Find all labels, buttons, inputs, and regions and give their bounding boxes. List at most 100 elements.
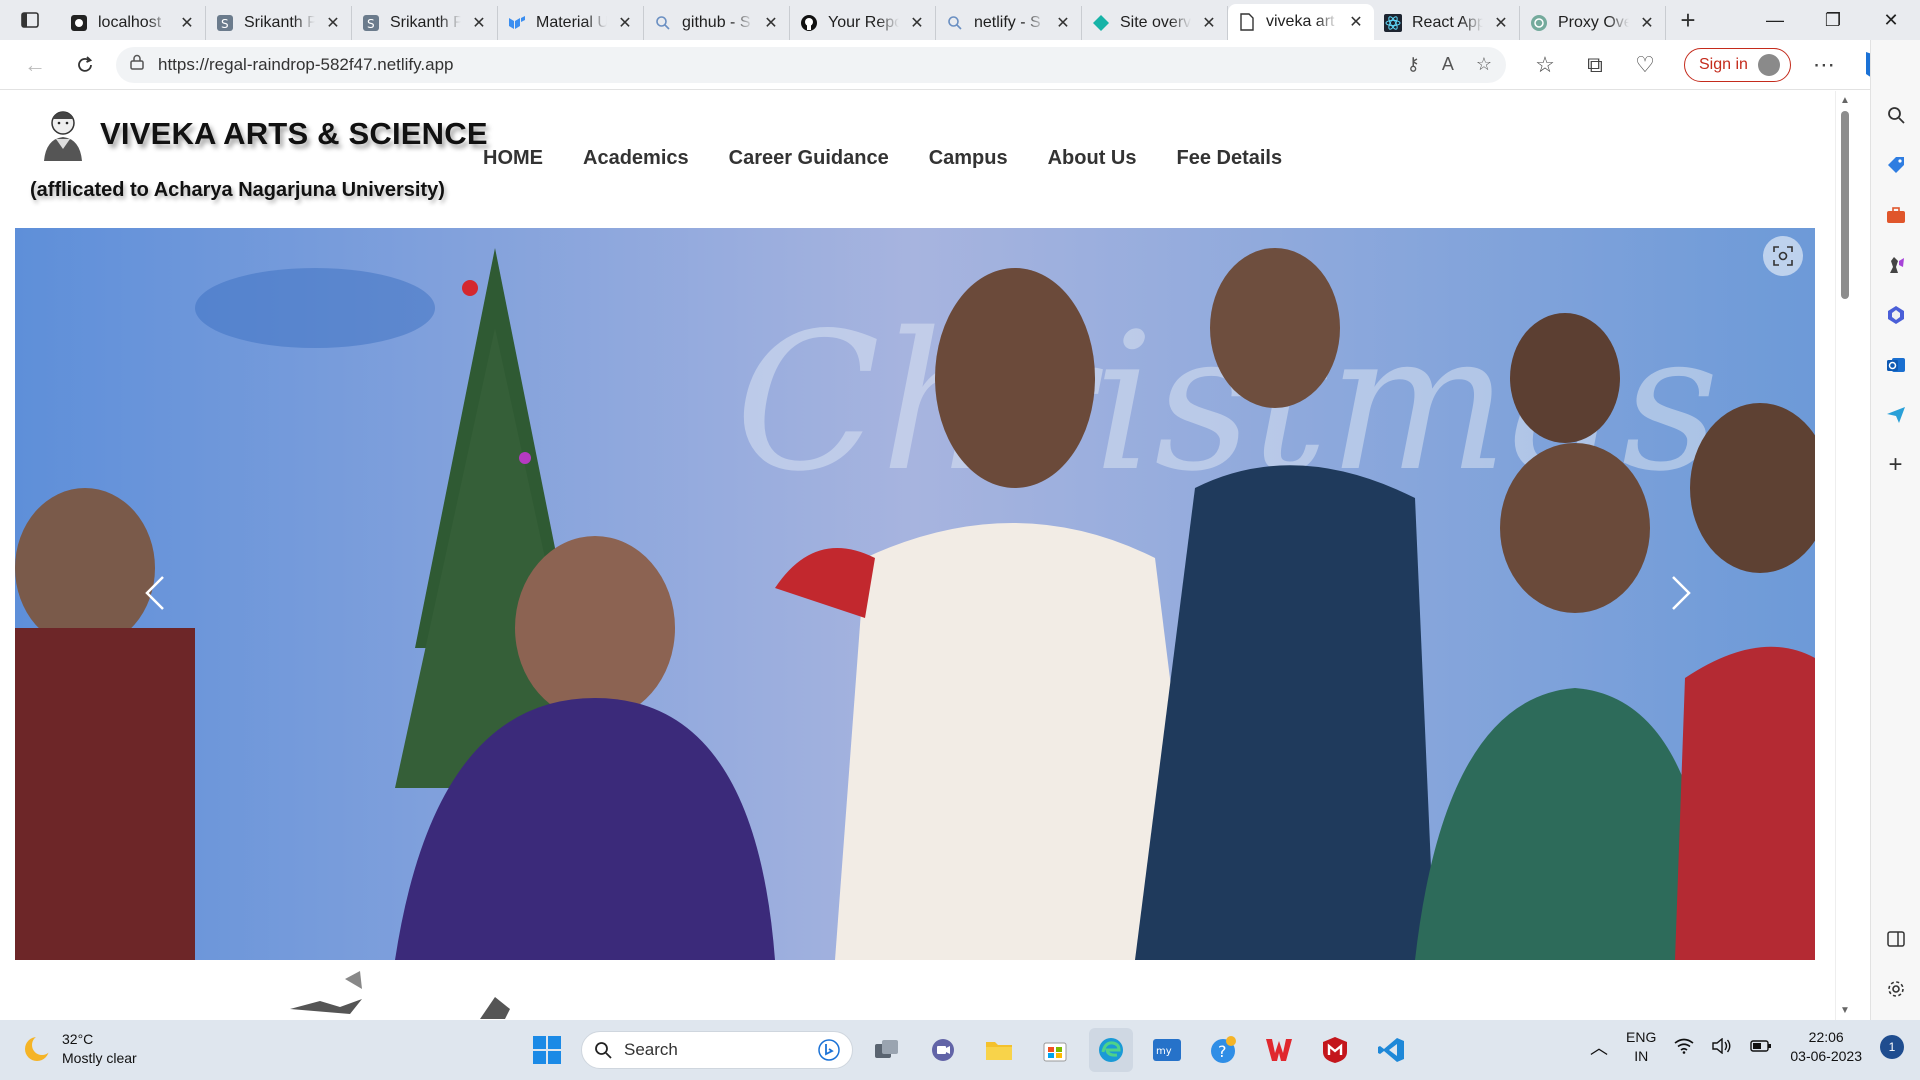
carousel-prev-button[interactable]	[135, 568, 175, 618]
shopping-tag-icon[interactable]	[1871, 140, 1920, 190]
windows-taskbar: 32°C Mostly clear Search my ? ︿ ENG IN 2…	[0, 1020, 1920, 1080]
wps-office-icon[interactable]	[1257, 1028, 1301, 1072]
browser-tab[interactable]: React App ✕	[1374, 6, 1520, 40]
new-tab-icon[interactable]: +	[1666, 0, 1710, 40]
battery-icon[interactable]	[1750, 1039, 1772, 1055]
nav-about-us[interactable]: About Us	[1048, 147, 1137, 170]
hero-carousel[interactable]: Christmas	[15, 228, 1815, 960]
browser-tab[interactable]: netlify - S ✕	[936, 6, 1082, 40]
scrollbar-thumb[interactable]	[1841, 111, 1849, 299]
region-code: IN	[1634, 1048, 1649, 1064]
file-explorer-icon[interactable]	[977, 1028, 1021, 1072]
sign-in-button[interactable]: Sign in	[1684, 47, 1791, 82]
close-tab-icon[interactable]: ✕	[909, 13, 925, 33]
browser-tab[interactable]: Your Repo ✕	[790, 6, 936, 40]
read-aloud-icon[interactable]: A	[1442, 54, 1454, 75]
browser-tab[interactable]: localhost ✕	[60, 6, 206, 40]
browser-tab[interactable]: github - S ✕	[644, 6, 790, 40]
show-hidden-icons-icon[interactable]: ︿	[1590, 1034, 1608, 1060]
college-logo-icon	[44, 111, 82, 161]
close-tab-icon[interactable]: ✕	[617, 13, 633, 33]
nav-campus[interactable]: Campus	[929, 147, 1008, 170]
nav-fee-details[interactable]: Fee Details	[1177, 147, 1283, 170]
nav-academics[interactable]: Academics	[583, 147, 689, 170]
browser-essentials-icon[interactable]: ♡	[1620, 40, 1670, 90]
browser-tab[interactable]: S Srikanth P ✕	[206, 6, 352, 40]
back-icon[interactable]: ←	[10, 40, 60, 90]
close-tab-icon[interactable]: ✕	[471, 13, 487, 33]
close-tab-icon[interactable]: ✕	[1055, 13, 1071, 33]
sidebar-settings-icon[interactable]	[1871, 964, 1920, 1014]
scroll-down-icon[interactable]: ▼	[1840, 1005, 1850, 1016]
mylip-app-icon[interactable]: my	[1145, 1028, 1189, 1072]
collections-icon[interactable]: ⧉	[1570, 40, 1620, 90]
url-text[interactable]: https://regal-raindrop-582f47.netlify.ap…	[158, 55, 1393, 75]
weather-widget[interactable]: 32°C Mostly clear	[22, 1030, 137, 1068]
carousel-next-button[interactable]	[1661, 568, 1701, 618]
language-indicator[interactable]: ENG IN	[1626, 1028, 1656, 1066]
edge-browser-icon[interactable]	[1089, 1028, 1133, 1072]
close-tab-icon[interactable]: ✕	[1348, 12, 1364, 32]
main-nav: HOME Academics Career Guidance Campus Ab…	[483, 147, 1282, 170]
close-tab-icon[interactable]: ✕	[1493, 13, 1509, 33]
page-scrollbar[interactable]: ▲ ▼	[1835, 91, 1853, 1020]
visual-search-button[interactable]	[1763, 236, 1803, 276]
outlook-icon[interactable]	[1871, 340, 1920, 390]
add-favorite-icon[interactable]: ☆	[1476, 54, 1492, 75]
browser-tab-active[interactable]: viveka art ✕	[1228, 4, 1374, 40]
close-tab-icon[interactable]: ✕	[325, 13, 341, 33]
wifi-icon[interactable]	[1674, 1038, 1694, 1057]
notification-badge[interactable]: 1	[1880, 1035, 1904, 1059]
tab-title: Your Repo	[828, 14, 899, 31]
close-tab-icon[interactable]: ✕	[179, 13, 195, 33]
search-icon	[654, 14, 672, 32]
close-tab-icon[interactable]: ✕	[1201, 13, 1217, 33]
tab-title: github - S	[682, 14, 751, 31]
microsoft-store-icon[interactable]	[1033, 1028, 1077, 1072]
get-help-icon[interactable]: ?	[1201, 1028, 1245, 1072]
browser-tab[interactable]: Proxy Ove ✕	[1520, 6, 1666, 40]
search-icon	[946, 14, 964, 32]
carousel-slide-image: Christmas	[15, 228, 1815, 960]
games-icon[interactable]	[1871, 240, 1920, 290]
tab-title: Site overv	[1120, 14, 1191, 31]
browser-tab[interactable]: Site overv ✕	[1082, 6, 1228, 40]
minimize-icon[interactable]: —	[1746, 0, 1804, 40]
drop-send-icon[interactable]	[1871, 390, 1920, 440]
close-tab-icon[interactable]: ✕	[763, 13, 779, 33]
refresh-icon[interactable]	[60, 40, 110, 90]
close-window-icon[interactable]: ✕	[1862, 0, 1920, 40]
s-site-icon: S	[362, 14, 380, 32]
nav-career-guidance[interactable]: Career Guidance	[729, 147, 889, 170]
material-ui-icon	[508, 14, 526, 32]
tab-actions-menu-icon[interactable]	[0, 0, 60, 40]
browser-tab[interactable]: S Srikanth P ✕	[352, 6, 498, 40]
close-tab-icon[interactable]: ✕	[1639, 13, 1655, 33]
add-sidebar-app-icon[interactable]: +	[1871, 440, 1920, 490]
sidebar-search-icon[interactable]	[1871, 90, 1920, 140]
restore-icon[interactable]: ❐	[1804, 0, 1862, 40]
windows-start-icon[interactable]	[525, 1028, 569, 1072]
clock[interactable]: 22:06 03-06-2023	[1790, 1028, 1862, 1066]
volume-icon[interactable]	[1712, 1037, 1732, 1057]
tools-briefcase-icon[interactable]	[1871, 190, 1920, 240]
site-header: VIVEKA ARTS & SCIENCE (afflicated to Ach…	[0, 91, 1835, 228]
browser-tab[interactable]: Material U ✕	[498, 6, 644, 40]
more-options-icon[interactable]: ⋯	[1799, 40, 1849, 90]
address-bar[interactable]: https://regal-raindrop-582f47.netlify.ap…	[116, 46, 1506, 83]
s-site-icon: S	[216, 14, 234, 32]
vscode-icon[interactable]	[1369, 1028, 1413, 1072]
nav-home[interactable]: HOME	[483, 147, 543, 170]
key-icon[interactable]: ⚷	[1407, 54, 1420, 75]
react-icon	[1384, 14, 1402, 32]
microsoft-365-icon[interactable]	[1871, 290, 1920, 340]
site-subtitle: (afflicated to Acharya Nagarjuna Univers…	[30, 179, 445, 201]
favorites-icon[interactable]: ☆	[1520, 40, 1570, 90]
hide-sidebar-icon[interactable]	[1871, 914, 1920, 964]
teams-chat-icon[interactable]	[921, 1028, 965, 1072]
task-view-icon[interactable]	[865, 1028, 909, 1072]
scroll-up-icon[interactable]: ▲	[1840, 95, 1850, 106]
mcafee-icon[interactable]	[1313, 1028, 1357, 1072]
tab-title: React App	[1412, 14, 1483, 31]
taskbar-search-box[interactable]: Search	[581, 1031, 853, 1069]
